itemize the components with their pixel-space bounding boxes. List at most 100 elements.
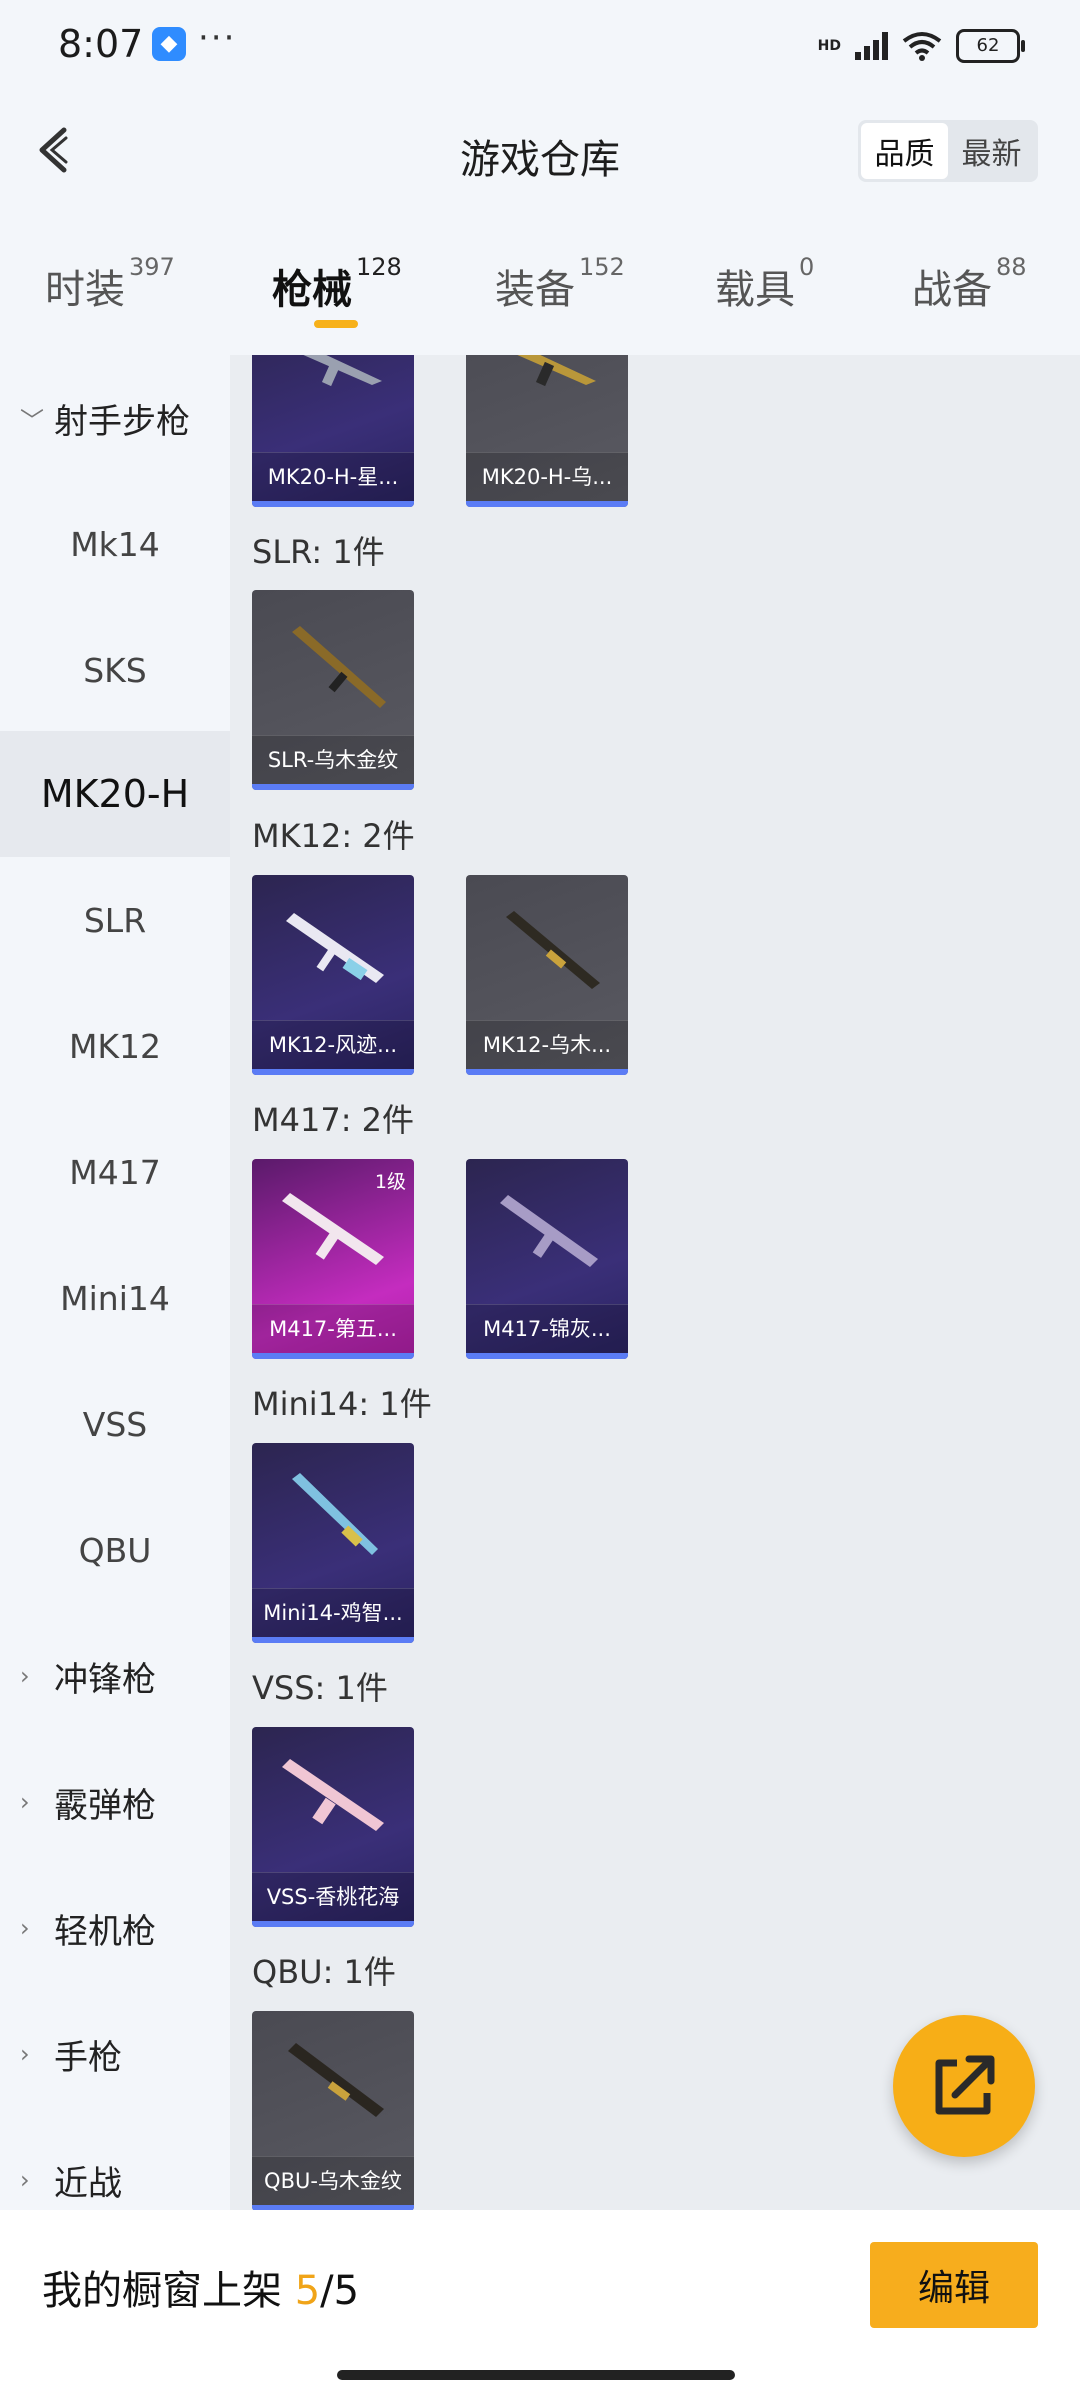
hd-icon: HD xyxy=(817,38,841,54)
chevron-right-icon: › xyxy=(20,2040,30,2068)
sidebar-category-label: 霰弹枪 xyxy=(54,1785,156,1826)
item-name: MK12-风迹... xyxy=(252,1020,414,1069)
showcase-status: 我的橱窗上架 5/5 xyxy=(42,2258,359,2316)
showcase-current-count: 5 xyxy=(294,2268,321,2314)
rarity-bar xyxy=(252,1353,414,1359)
tab-vehicles[interactable]: 载具 0 xyxy=(715,253,814,315)
sidebar-category-label: 轻机枪 xyxy=(54,1911,156,1952)
rifle-icon xyxy=(506,911,600,989)
sidebar-category-shotgun[interactable]: › 霰弹枪 xyxy=(0,1739,230,1865)
rifle-icon xyxy=(282,1193,384,1265)
rarity-bar xyxy=(252,1069,414,1075)
group-label: QBU: 1件 xyxy=(252,1953,396,1991)
item-card[interactable]: M417-锦灰... xyxy=(466,1159,628,1359)
sort-toggle[interactable]: 品质 最新 xyxy=(858,120,1038,182)
item-name: VSS-香桃花海 xyxy=(252,1872,414,1921)
tab-fashion[interactable]: 时装 397 xyxy=(45,253,175,315)
status-bar: 8:07 ◆ ··· HD 62 xyxy=(0,0,1080,95)
wifi-icon xyxy=(902,32,942,61)
tab-count: 152 xyxy=(579,253,625,281)
item-card[interactable]: MK20-H-乌... xyxy=(466,355,628,507)
signal-icon xyxy=(855,32,888,60)
chevron-right-icon: › xyxy=(20,1914,30,1942)
item-name: M417-锦灰... xyxy=(466,1304,628,1353)
group-label: Mini14: 1件 xyxy=(252,1385,432,1423)
tab-count: 88 xyxy=(996,253,1027,281)
item-card[interactable]: VSS-香桃花海 xyxy=(252,1727,414,1927)
sidebar-category-label: 近战 xyxy=(54,2163,122,2204)
chevron-right-icon: › xyxy=(20,1662,30,1690)
sidebar-item-vss[interactable]: VSS xyxy=(0,1361,230,1487)
showcase-total-count: /5 xyxy=(320,2268,360,2314)
sidebar-item-mk20h[interactable]: MK20-H xyxy=(0,731,230,857)
sidebar-item-mk14[interactable]: Mk14 xyxy=(0,481,230,607)
rifle-icon xyxy=(292,626,386,708)
sidebar-item-qbu[interactable]: QBU xyxy=(0,1487,230,1613)
sidebar-category-marksman[interactable]: ﹀ 射手步枪 xyxy=(0,355,230,481)
rifle-icon xyxy=(286,913,384,983)
tab-count: 0 xyxy=(799,253,815,281)
item-card[interactable]: QBU-乌木金纹 xyxy=(252,2011,414,2210)
sidebar-item-mini14[interactable]: Mini14 xyxy=(0,1235,230,1361)
item-name: QBU-乌木金纹 xyxy=(252,2156,414,2205)
tab-equipment[interactable]: 装备 152 xyxy=(495,253,625,315)
item-card[interactable]: MK12-风迹... xyxy=(252,875,414,1075)
share-button[interactable] xyxy=(893,2015,1035,2157)
item-grid: MK20-H-星... MK20-H-乌... SLR: 1件 SLR-乌木金纹… xyxy=(230,355,1080,2210)
home-indicator[interactable] xyxy=(337,2370,735,2380)
sort-option-newest[interactable]: 最新 xyxy=(948,123,1035,179)
rifle-icon xyxy=(500,1195,598,1267)
tab-label: 时装 xyxy=(45,267,125,313)
sidebar-category-melee[interactable]: › 近战 xyxy=(0,2117,230,2210)
showcase-label: 我的橱窗上架 xyxy=(42,2268,295,2314)
item-name: SLR-乌木金纹 xyxy=(252,735,414,784)
rarity-bar xyxy=(466,1069,628,1075)
sort-option-quality[interactable]: 品质 xyxy=(861,123,948,179)
more-notifications-icon: ··· xyxy=(198,18,237,58)
item-card[interactable]: Mini14-鸡智... xyxy=(252,1443,414,1643)
rifle-icon xyxy=(288,2043,384,2117)
tab-guns[interactable]: 枪械 128 xyxy=(272,253,402,315)
share-external-icon xyxy=(935,2055,995,2115)
item-name: MK20-H-乌... xyxy=(466,452,628,501)
rarity-bar xyxy=(252,1921,414,1927)
rarity-bar xyxy=(466,501,628,507)
tab-count: 397 xyxy=(129,253,175,281)
item-card[interactable]: SLR-乌木金纹 xyxy=(252,590,414,790)
group-label: MK12: 2件 xyxy=(252,817,415,855)
sidebar-category-pistol[interactable]: › 手枪 xyxy=(0,1991,230,2117)
rarity-bar xyxy=(252,501,414,507)
active-tab-indicator xyxy=(314,320,358,328)
tab-label: 装备 xyxy=(495,267,575,313)
item-card[interactable]: MK12-乌木... xyxy=(466,875,628,1075)
chevron-right-icon: › xyxy=(20,2166,30,2194)
rarity-bar xyxy=(252,1637,414,1643)
chevron-down-icon: ﹀ xyxy=(20,406,44,435)
sidebar-category-label: 射手步枪 xyxy=(54,401,190,442)
sidebar-category-smg[interactable]: › 冲锋枪 xyxy=(0,1613,230,1739)
edit-button[interactable]: 编辑 xyxy=(870,2242,1038,2328)
rifle-icon xyxy=(517,355,596,387)
tab-label: 载具 xyxy=(715,267,795,313)
app-notification-icon: ◆ xyxy=(152,27,186,61)
battery-icon: 62 xyxy=(956,29,1025,63)
tab-supplies[interactable]: 战备 88 xyxy=(912,253,1027,315)
sidebar: ﹀ 射手步枪 Mk14 SKS MK20-H SLR MK12 M417 Min… xyxy=(0,355,230,2210)
sidebar-category-lmg[interactable]: › 轻机枪 xyxy=(0,1865,230,1991)
group-label: SLR: 1件 xyxy=(252,533,385,571)
rifle-icon xyxy=(282,1759,384,1831)
item-card[interactable]: MK20-H-星... xyxy=(252,355,414,507)
rifle-icon xyxy=(292,1473,378,1555)
tab-count: 128 xyxy=(356,253,402,281)
category-tabs: 时装 397 枪械 128 装备 152 载具 0 战备 88 xyxy=(0,215,1080,355)
rifle-icon xyxy=(303,355,382,387)
tab-label: 枪械 xyxy=(272,267,352,313)
sidebar-item-slr[interactable]: SLR xyxy=(0,857,230,983)
sidebar-item-mk12[interactable]: MK12 xyxy=(0,983,230,1109)
sidebar-item-sks[interactable]: SKS xyxy=(0,607,230,733)
item-name: MK20-H-星... xyxy=(252,452,414,501)
tab-label: 战备 xyxy=(912,267,992,313)
sidebar-item-m417[interactable]: M417 xyxy=(0,1109,230,1235)
status-time: 8:07 xyxy=(58,22,144,66)
item-card[interactable]: 1级 M417-第五... xyxy=(252,1159,414,1359)
